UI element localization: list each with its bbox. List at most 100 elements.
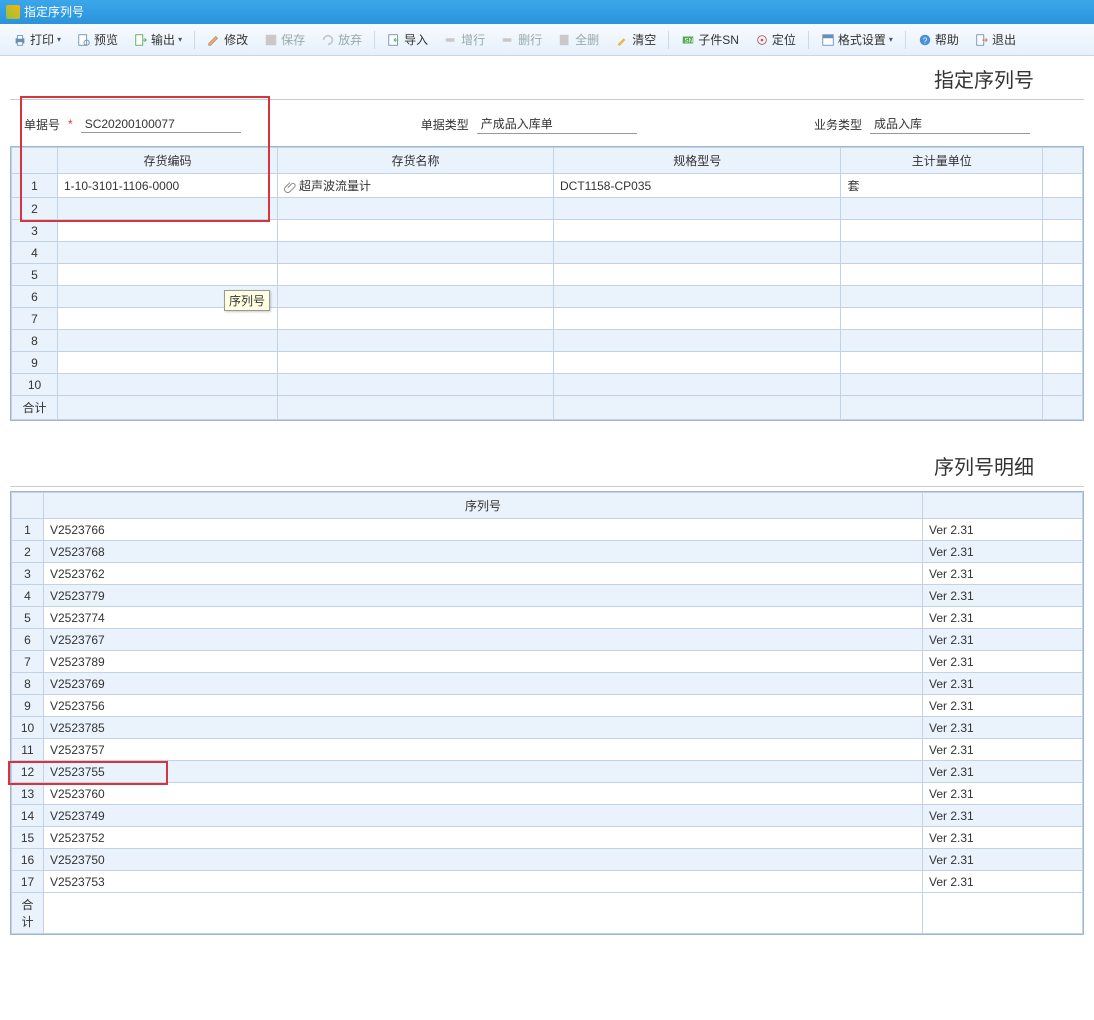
cell-unit[interactable]	[841, 220, 1043, 242]
cell-version[interactable]: Ver 2.31	[923, 827, 1083, 849]
cell-version[interactable]: Ver 2.31	[923, 805, 1083, 827]
cell-spec[interactable]	[554, 220, 841, 242]
inventory-grid[interactable]: 存货编码 存货名称 规格型号 主计量单位 1 1-10-3101-1106-00…	[10, 146, 1084, 421]
table-row[interactable]: 3	[12, 220, 1083, 242]
cell-code[interactable]	[58, 374, 278, 396]
cell-serial[interactable]: V2523789	[44, 651, 923, 673]
cell-version[interactable]: Ver 2.31	[923, 717, 1083, 739]
cell-spec[interactable]	[554, 374, 841, 396]
cell-code[interactable]	[58, 264, 278, 286]
cell-serial[interactable]: V2523757	[44, 739, 923, 761]
cell-version[interactable]: Ver 2.31	[923, 541, 1083, 563]
exit-button[interactable]: 退出	[968, 28, 1023, 51]
cell-spec[interactable]	[554, 264, 841, 286]
table-row[interactable]: 16 V2523750 Ver 2.31	[12, 849, 1083, 871]
cell-name[interactable]	[278, 286, 554, 308]
table-row[interactable]: 2	[12, 198, 1083, 220]
cell-serial[interactable]: V2523749	[44, 805, 923, 827]
table-row[interactable]: 9 V2523756 Ver 2.31	[12, 695, 1083, 717]
cell-spec[interactable]: DCT1158-CP035	[554, 174, 841, 198]
export-button[interactable]: 输出▾	[127, 28, 189, 51]
table-row[interactable]: 9	[12, 352, 1083, 374]
biztype-value[interactable]: 成品入库	[870, 114, 1030, 134]
cell-code[interactable]	[58, 330, 278, 352]
cell-unit[interactable]: 套	[841, 174, 1043, 198]
cell-unit[interactable]	[841, 308, 1043, 330]
cell-version[interactable]: Ver 2.31	[923, 585, 1083, 607]
table-row[interactable]: 3 V2523762 Ver 2.31	[12, 563, 1083, 585]
cell-code[interactable]	[58, 220, 278, 242]
table-row[interactable]: 5 V2523774 Ver 2.31	[12, 607, 1083, 629]
cell-unit[interactable]	[841, 352, 1043, 374]
docno-value[interactable]: SC20200100077	[81, 116, 241, 133]
cell-spec[interactable]	[554, 198, 841, 220]
cell-name[interactable]	[278, 374, 554, 396]
cell-name[interactable]	[278, 242, 554, 264]
cell-version[interactable]: Ver 2.31	[923, 871, 1083, 893]
cell-name[interactable]	[278, 330, 554, 352]
cell-version[interactable]: Ver 2.31	[923, 607, 1083, 629]
cell-version[interactable]: Ver 2.31	[923, 563, 1083, 585]
table-row[interactable]: 10 V2523785 Ver 2.31	[12, 717, 1083, 739]
cell-spec[interactable]	[554, 242, 841, 264]
col-serial[interactable]: 序列号	[44, 493, 923, 519]
cell-serial[interactable]: V2523760	[44, 783, 923, 805]
cell-unit[interactable]	[841, 242, 1043, 264]
cell-serial[interactable]: V2523755	[44, 761, 923, 783]
cell-serial[interactable]: V2523774	[44, 607, 923, 629]
col-spec[interactable]: 规格型号	[554, 148, 841, 174]
cell-spec[interactable]	[554, 308, 841, 330]
cell-serial[interactable]: V2523753	[44, 871, 923, 893]
cell-version[interactable]: Ver 2.31	[923, 629, 1083, 651]
childsn-button[interactable]: SN子件SN	[674, 28, 746, 51]
table-row[interactable]: 8	[12, 330, 1083, 352]
cell-serial[interactable]: V2523785	[44, 717, 923, 739]
table-row[interactable]: 4 V2523779 Ver 2.31	[12, 585, 1083, 607]
cell-serial[interactable]: V2523768	[44, 541, 923, 563]
cell-unit[interactable]	[841, 198, 1043, 220]
cell-code[interactable]: 1-10-3101-1106-0000	[58, 174, 278, 198]
cell-name[interactable]	[278, 264, 554, 286]
table-row[interactable]: 11 V2523757 Ver 2.31	[12, 739, 1083, 761]
delall-button[interactable]: 全删	[551, 28, 606, 51]
cell-unit[interactable]	[841, 374, 1043, 396]
cell-version[interactable]: Ver 2.31	[923, 519, 1083, 541]
table-row[interactable]: 4	[12, 242, 1083, 264]
clear-button[interactable]: 清空	[608, 28, 663, 51]
table-row[interactable]: 2 V2523768 Ver 2.31	[12, 541, 1083, 563]
table-row[interactable]: 10	[12, 374, 1083, 396]
table-row[interactable]: 7	[12, 308, 1083, 330]
cell-code[interactable]	[58, 198, 278, 220]
cell-version[interactable]: Ver 2.31	[923, 761, 1083, 783]
cell-name[interactable]	[278, 352, 554, 374]
addrow-button[interactable]: 增行	[437, 28, 492, 51]
table-row[interactable]: 1 1-10-3101-1106-0000 超声波流量计 DCT1158-CP0…	[12, 174, 1083, 198]
cell-name[interactable]: 超声波流量计	[278, 174, 554, 198]
cell-name[interactable]	[278, 308, 554, 330]
doctype-value[interactable]: 产成品入库单	[477, 114, 637, 134]
modify-button[interactable]: 修改	[200, 28, 255, 51]
cell-serial[interactable]: V2523779	[44, 585, 923, 607]
cell-code[interactable]	[58, 242, 278, 264]
cell-spec[interactable]	[554, 352, 841, 374]
preview-button[interactable]: 预览	[70, 28, 125, 51]
table-row[interactable]: 12 V2523755 Ver 2.31	[12, 761, 1083, 783]
cell-version[interactable]: Ver 2.31	[923, 695, 1083, 717]
col-code[interactable]: 存货编码	[58, 148, 278, 174]
table-row[interactable]: 1 V2523766 Ver 2.31	[12, 519, 1083, 541]
table-row[interactable]: 14 V2523749 Ver 2.31	[12, 805, 1083, 827]
cell-unit[interactable]	[841, 264, 1043, 286]
cell-unit[interactable]	[841, 286, 1043, 308]
cell-spec[interactable]	[554, 330, 841, 352]
cell-version[interactable]: Ver 2.31	[923, 849, 1083, 871]
cell-serial[interactable]: V2523769	[44, 673, 923, 695]
table-row[interactable]: 17 V2523753 Ver 2.31	[12, 871, 1083, 893]
cell-name[interactable]	[278, 198, 554, 220]
save-button[interactable]: 保存	[257, 28, 312, 51]
cell-name[interactable]	[278, 220, 554, 242]
cell-version[interactable]: Ver 2.31	[923, 739, 1083, 761]
table-row[interactable]: 5	[12, 264, 1083, 286]
cell-serial[interactable]: V2523767	[44, 629, 923, 651]
cell-spec[interactable]	[554, 286, 841, 308]
cell-version[interactable]: Ver 2.31	[923, 651, 1083, 673]
